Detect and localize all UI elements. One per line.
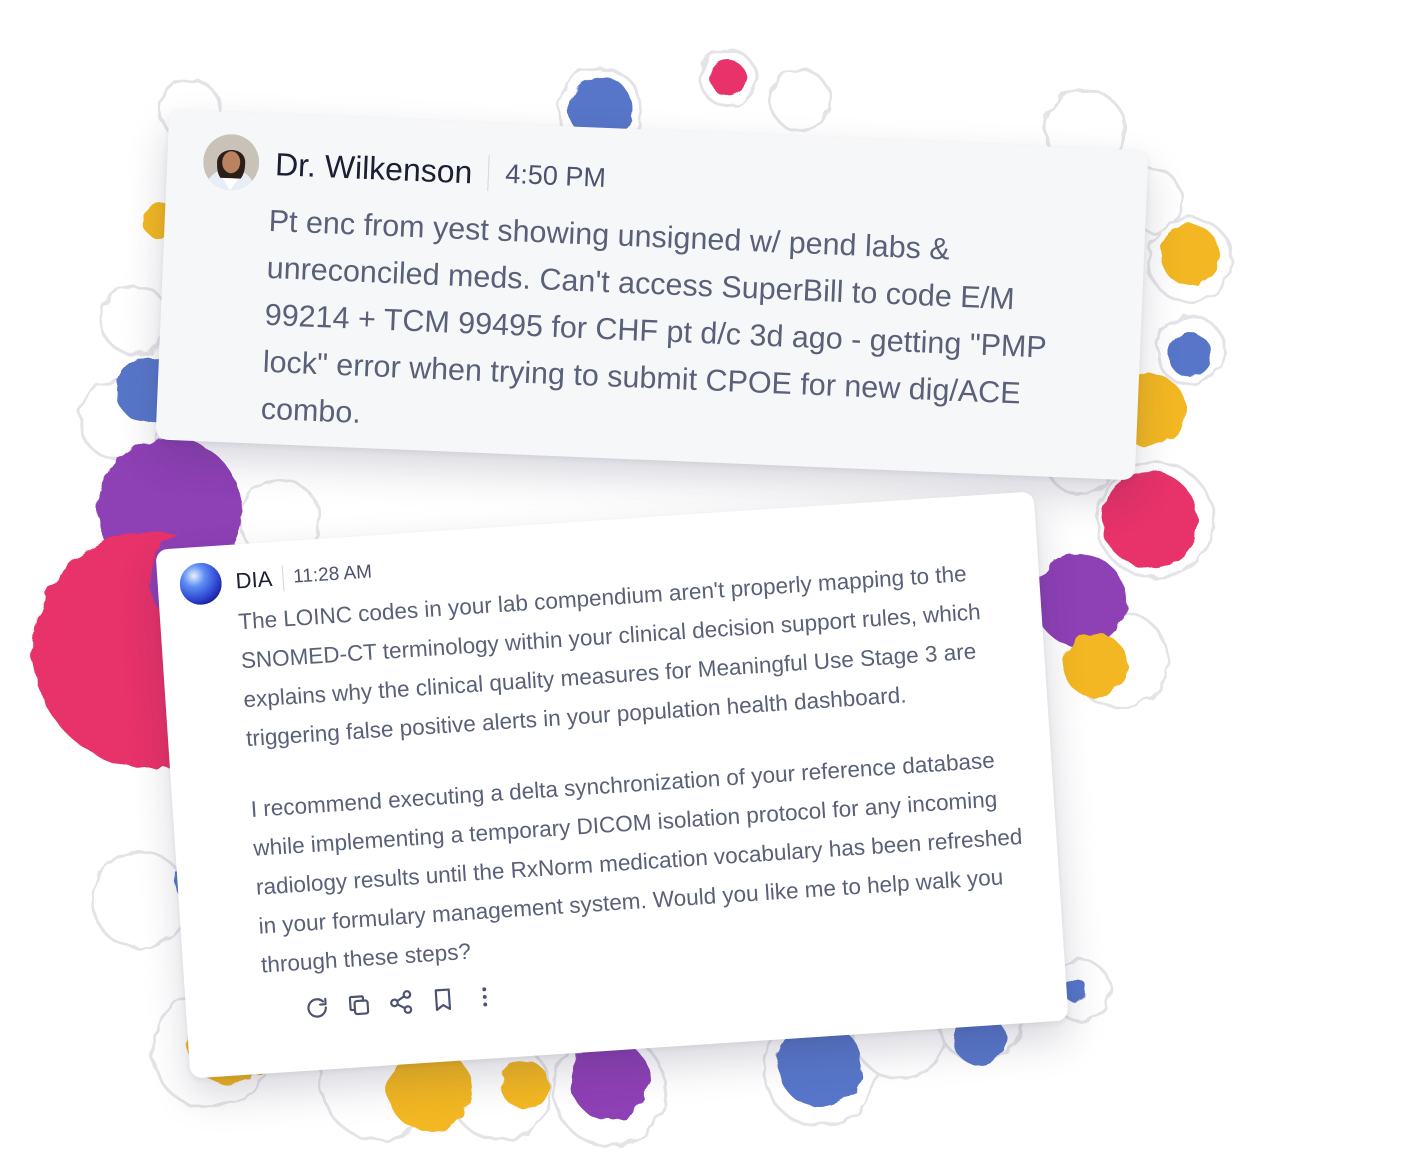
user-sender-name: Dr. Wilkenson xyxy=(274,145,474,190)
header-divider xyxy=(487,155,491,192)
user-message-time: 4:50 PM xyxy=(504,158,607,193)
share-icon[interactable] xyxy=(387,989,415,1017)
bookmark-icon[interactable] xyxy=(429,986,457,1014)
regenerate-icon[interactable] xyxy=(303,994,331,1022)
copy-icon[interactable] xyxy=(345,991,373,1019)
assistant-avatar[interactable] xyxy=(178,561,223,606)
header-divider xyxy=(281,565,285,592)
assistant-message-text: The LOINC codes in your lab compendium a… xyxy=(237,551,1033,984)
user-message-card: Dr. Wilkenson 4:50 PM Pt enc from yest s… xyxy=(155,109,1149,481)
user-avatar[interactable] xyxy=(202,133,261,192)
assistant-paragraph-2: I recommend executing a delta synchroniz… xyxy=(250,747,1024,978)
more-vertical-icon[interactable] xyxy=(471,983,499,1011)
assistant-message-time: 11:28 AM xyxy=(292,561,373,588)
assistant-sender-name: DIA xyxy=(234,566,274,594)
user-message-text: Pt enc from yest showing unsigned w/ pen… xyxy=(260,203,1047,430)
assistant-message-card: DIA 11:28 AM The LOINC codes in your lab… xyxy=(155,491,1069,1079)
